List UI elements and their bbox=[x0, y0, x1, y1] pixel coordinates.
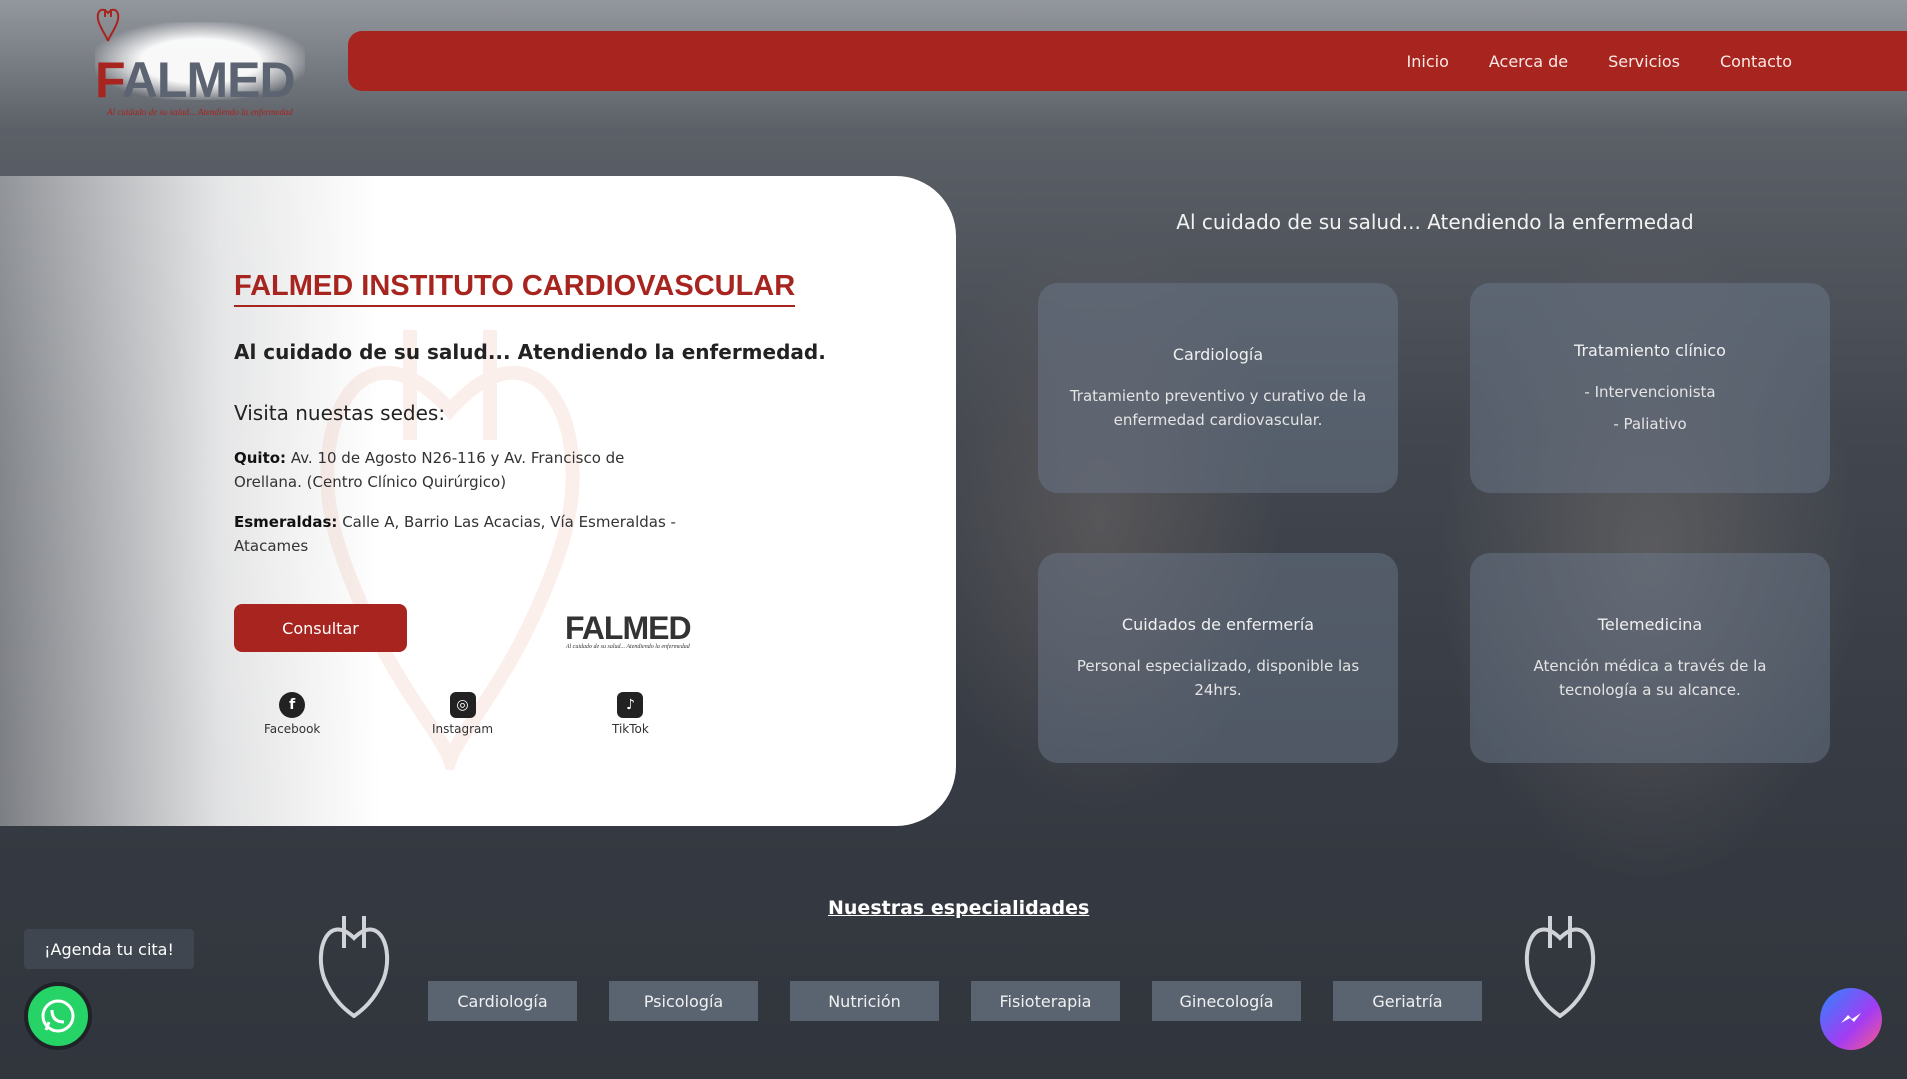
main-navbar: Inicio Acerca de Servicios Contacto bbox=[348, 31, 1907, 91]
address-esmeraldas-label: Esmeraldas: bbox=[234, 513, 338, 531]
service-desc: - Intervencionista bbox=[1584, 383, 1716, 401]
service-card-telemedicina: Telemedicina Atención médica a través de… bbox=[1470, 553, 1830, 763]
service-title: Cuidados de enfermería bbox=[1121, 615, 1315, 634]
specialty-ginecologia[interactable]: Ginecología bbox=[1152, 981, 1301, 1021]
small-logo-word-rest: ALMED bbox=[581, 610, 692, 646]
service-desc: Personal especializado, disponible las 2… bbox=[1076, 657, 1360, 699]
small-logo-tagline: Al cuidado de su salud... Atendiendo la … bbox=[565, 644, 690, 650]
specialties-list: Cardiología Psicología Nutrición Fisiote… bbox=[428, 981, 1514, 1021]
service-desc: Tratamiento preventivo y curativo de la … bbox=[1069, 387, 1367, 429]
specialty-nutricion[interactable]: Nutrición bbox=[790, 981, 939, 1021]
nav-contacto[interactable]: Contacto bbox=[1720, 52, 1792, 71]
service-title: Tratamiento clínico bbox=[1574, 341, 1726, 360]
nav-servicios[interactable]: Servicios bbox=[1608, 52, 1680, 71]
social-tiktok[interactable]: ♪ TikTok bbox=[612, 692, 649, 736]
messenger-icon bbox=[1841, 1013, 1861, 1023]
logo-letter-f: F bbox=[95, 52, 123, 108]
social-instagram[interactable]: ◎ Instagram bbox=[432, 692, 493, 736]
service-desc: Atención médica a través de la tecnologí… bbox=[1533, 657, 1767, 699]
tiktok-icon: ♪ bbox=[617, 692, 644, 718]
site-logo[interactable]: FALMED Al cuidado de su salud... Atendie… bbox=[95, 8, 305, 117]
services-heading: Al cuidado de su salud... Atendiendo la … bbox=[1176, 210, 1694, 234]
hero-subtitle: Al cuidado de su salud... Atendiendo la … bbox=[234, 340, 826, 364]
heart-outline-icon bbox=[318, 916, 390, 1018]
specialty-geriatria[interactable]: Geriatría bbox=[1333, 981, 1482, 1021]
nav-acerca-de[interactable]: Acerca de bbox=[1489, 52, 1568, 71]
service-title: Cardiología bbox=[1172, 345, 1264, 364]
nav-inicio[interactable]: Inicio bbox=[1407, 52, 1449, 71]
social-facebook-label: Facebook bbox=[264, 722, 321, 736]
specialty-fisioterapia[interactable]: Fisioterapia bbox=[971, 981, 1120, 1021]
instagram-icon: ◎ bbox=[449, 692, 476, 718]
heart-logo-icon bbox=[96, 8, 120, 42]
social-facebook[interactable]: f Facebook bbox=[264, 692, 320, 736]
specialties-title: Nuestras especialidades bbox=[828, 897, 1090, 919]
service-card-tratamiento: Tratamiento clínico - Intervencionista -… bbox=[1470, 283, 1830, 493]
address-esmeraldas: Esmeraldas: Calle A, Barrio Las Acacias,… bbox=[234, 510, 694, 558]
service-title: Telemedicina bbox=[1597, 615, 1703, 634]
page-title: FALMED INSTITUTO CARDIOVASCULAR bbox=[234, 270, 796, 307]
whatsapp-icon bbox=[41, 999, 75, 1033]
service-card-cardiologia: Cardiología Tratamiento preventivo y cur… bbox=[1038, 283, 1398, 493]
consultar-button[interactable]: Consultar bbox=[234, 604, 407, 652]
social-tiktok-label: TikTok bbox=[612, 722, 649, 736]
specialty-psicologia[interactable]: Psicología bbox=[609, 981, 758, 1021]
sedes-heading: Visita nuestas sedes: bbox=[234, 401, 446, 425]
address-quito: Quito: Av. 10 de Agosto N26-116 y Av. Fr… bbox=[234, 446, 694, 494]
agenda-cita-button[interactable]: ¡Agenda tu cita! bbox=[24, 929, 194, 969]
address-quito-label: Quito: bbox=[234, 449, 287, 467]
specialty-cardiologia[interactable]: Cardiología bbox=[428, 981, 577, 1021]
whatsapp-button[interactable] bbox=[24, 982, 92, 1050]
address-quito-text: Av. 10 de Agosto N26-116 y Av. Francisco… bbox=[234, 449, 625, 491]
heart-outline-icon bbox=[1524, 916, 1596, 1018]
facebook-icon: f bbox=[279, 692, 306, 718]
small-logo: FALMED Al cuidado de su salud... Atendie… bbox=[565, 610, 692, 650]
service-desc-2: - Paliativo bbox=[1613, 415, 1687, 433]
social-instagram-label: Instagram bbox=[432, 722, 494, 736]
logo-word-rest: ALMED bbox=[121, 52, 296, 108]
messenger-button[interactable] bbox=[1820, 988, 1882, 1050]
service-card-enfermeria: Cuidados de enfermería Personal especial… bbox=[1038, 553, 1398, 763]
small-logo-letter-f: F bbox=[565, 610, 583, 646]
logo-tagline: Al cuidado de su salud... Atendiendo la … bbox=[107, 107, 293, 117]
